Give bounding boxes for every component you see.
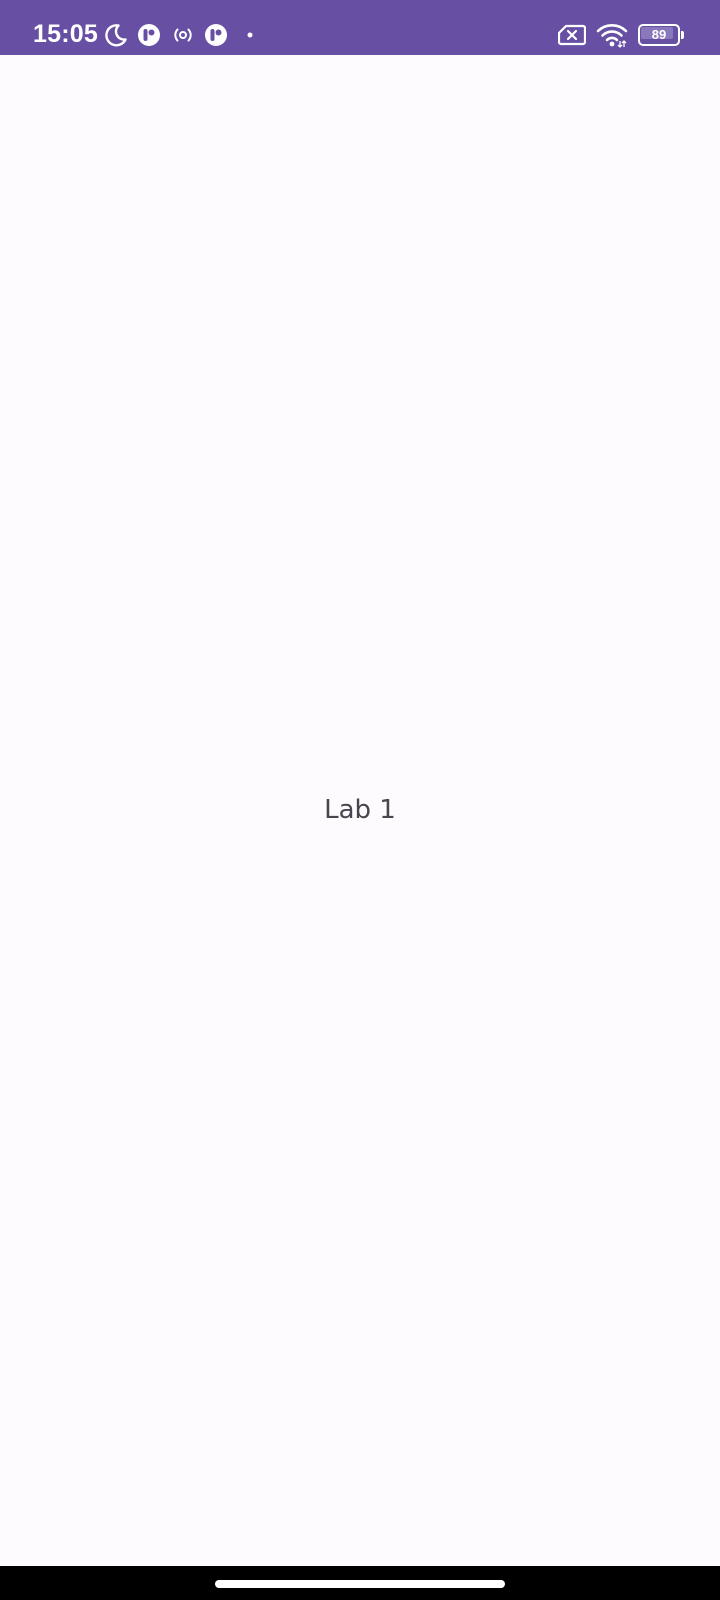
wifi-icon	[596, 22, 628, 48]
app-notification-icon	[137, 23, 161, 47]
main-content: Lab 1	[0, 55, 720, 1566]
no-sim-icon	[558, 23, 586, 47]
battery-icon: 89	[638, 23, 684, 46]
navigation-bar	[0, 1566, 720, 1600]
home-gesture-handle[interactable]	[215, 1580, 505, 1588]
moon-icon	[104, 23, 128, 47]
dot-icon	[246, 31, 254, 39]
status-bar: 15:05 89	[0, 0, 720, 55]
battery-level: 89	[651, 26, 667, 42]
lab-title: Lab 1	[324, 795, 396, 825]
app-screen: 15:05 89 Lab 1	[0, 0, 720, 1600]
status-time: 15:05	[33, 20, 98, 48]
hotspot-icon	[171, 23, 195, 47]
battery-tip	[681, 30, 684, 39]
app-notification-icon	[204, 23, 228, 47]
